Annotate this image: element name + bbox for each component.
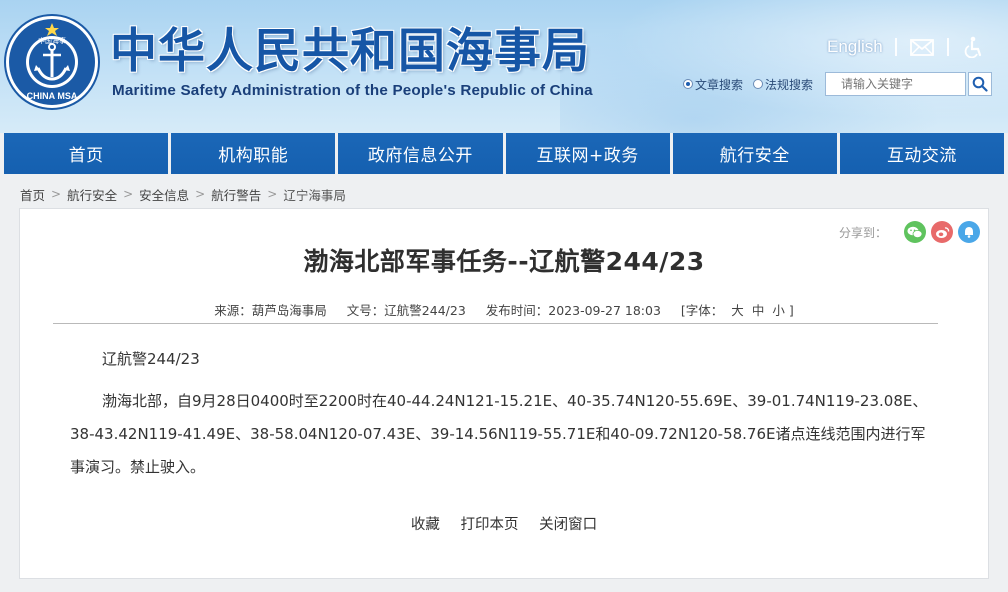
logo-text-top: 中国海事 [38, 36, 66, 45]
font-size-label: [字体： [680, 303, 724, 318]
nav-item-navigation-safety[interactable]: 航行安全 [672, 133, 837, 174]
logo-text-bottom: CHINA MSA [27, 91, 78, 101]
radio-article-search[interactable]: 文章搜索 [683, 76, 743, 93]
radio-label: 法规搜索 [765, 77, 814, 92]
meta-doc-no-label: 文号： [346, 303, 385, 318]
print-button[interactable]: 打印本页 [461, 517, 519, 533]
radio-law-search[interactable]: 法规搜索 [753, 76, 813, 93]
breadcrumb-item[interactable]: 辽宁海事局 [283, 185, 346, 204]
meta-pubtime-label: 发布时间： [485, 303, 549, 318]
breadcrumb-item[interactable]: 安全信息 [139, 185, 189, 204]
divider [946, 38, 949, 56]
nav-item-internet-gov[interactable]: 互联网+政务 [505, 133, 670, 174]
font-size-large[interactable]: 大 [731, 303, 744, 318]
breadcrumb-item[interactable]: 首页 [20, 185, 45, 204]
site-title: 中华人民共和国海事局 [110, 24, 590, 79]
breadcrumb-item[interactable]: 航行警告 [211, 185, 261, 204]
main-nav: 首页 机构职能 政府信息公开 互联网+政务 航行安全 互动交流 [0, 133, 1008, 174]
radio-label: 文章搜索 [695, 77, 744, 92]
radio-indicator[interactable] [753, 79, 764, 89]
meta-pubtime: 发布时间：2023-09-27 18:03 [486, 303, 661, 318]
breadcrumb: 首页 > 航行安全 > 安全信息 > 航行警告 > 辽宁海事局 [20, 184, 346, 204]
meta-doc-no-value: 辽航警244/23 [384, 303, 466, 318]
weibo-icon[interactable] [931, 221, 953, 243]
article-body: 辽航警244/23 渤海北部，自9月28日0400时至2200时在40-44.2… [70, 343, 940, 484]
font-size-medium[interactable]: 中 [752, 303, 765, 318]
english-link[interactable]: English [827, 37, 883, 57]
divider [894, 38, 897, 56]
font-size-bracket: ] [788, 303, 794, 318]
search-button[interactable] [968, 72, 993, 96]
article-panel: 分享到： 渤海北部军事任务--辽航警244/23 来源：葫芦岛海事局 文号：辽航… [19, 208, 989, 579]
article-code: 辽航警244/23 [102, 350, 200, 368]
meta-doc-no: 文号：辽航警244/23 [347, 303, 466, 318]
chevron-right-icon: > [123, 187, 134, 201]
meta-source-label: 来源： [214, 303, 252, 318]
article-meta: 来源：葫芦岛海事局 文号：辽航警244/23 发布时间：2023-09-27 1… [20, 300, 988, 319]
msa-logo[interactable]: 中国海事 CHINA MSA [3, 13, 101, 111]
article-actions: 收藏 打印本页 关闭窗口 [20, 513, 988, 534]
breadcrumb-item[interactable]: 航行安全 [67, 185, 117, 204]
meta-pubtime-value: 2023-09-27 18:03 [548, 303, 661, 318]
nav-item-home[interactable]: 首页 [4, 133, 169, 174]
accessibility-icon[interactable] [961, 36, 987, 58]
font-size-control: [字体： 大中小] [681, 303, 794, 318]
nav-item-interaction[interactable]: 互动交流 [839, 133, 1005, 174]
nav-item-gov-info[interactable]: 政府信息公开 [338, 133, 503, 174]
site-header: 中国海事 CHINA MSA 中华人民共和国海事局 Maritime Safet… [0, 0, 1008, 133]
share-bar: 分享到： [839, 221, 980, 243]
search-icon [972, 76, 988, 92]
chevron-right-icon: > [51, 187, 62, 201]
nav-item-functions[interactable]: 机构职能 [171, 133, 336, 174]
mail-icon[interactable] [909, 36, 935, 58]
article-paragraph: 渤海北部，自9月28日0400时至2200时在40-44.24N121-15.2… [70, 392, 928, 476]
top-links: English [827, 34, 987, 60]
meta-divider [53, 323, 938, 324]
font-size-small[interactable]: 小 [772, 303, 785, 318]
search-input[interactable] [825, 72, 967, 96]
close-window-button[interactable]: 关闭窗口 [539, 517, 597, 533]
favorite-button[interactable]: 收藏 [411, 517, 440, 533]
meta-source: 来源：葫芦岛海事局 [214, 303, 327, 318]
qzone-icon[interactable] [958, 221, 980, 243]
site-subtitle: Maritime Safety Administration of the Pe… [112, 82, 593, 99]
header-decoration [560, 0, 1008, 133]
wechat-icon[interactable] [904, 221, 926, 243]
chevron-right-icon: > [195, 187, 206, 201]
article-title: 渤海北部军事任务--辽航警244/23 [303, 247, 705, 276]
meta-source-value: 葫芦岛海事局 [251, 303, 327, 318]
radio-indicator[interactable] [683, 79, 693, 89]
share-label: 分享到： [838, 225, 887, 240]
chevron-right-icon: > [267, 187, 278, 201]
search-bar: 文章搜索 法规搜索 [683, 71, 993, 97]
